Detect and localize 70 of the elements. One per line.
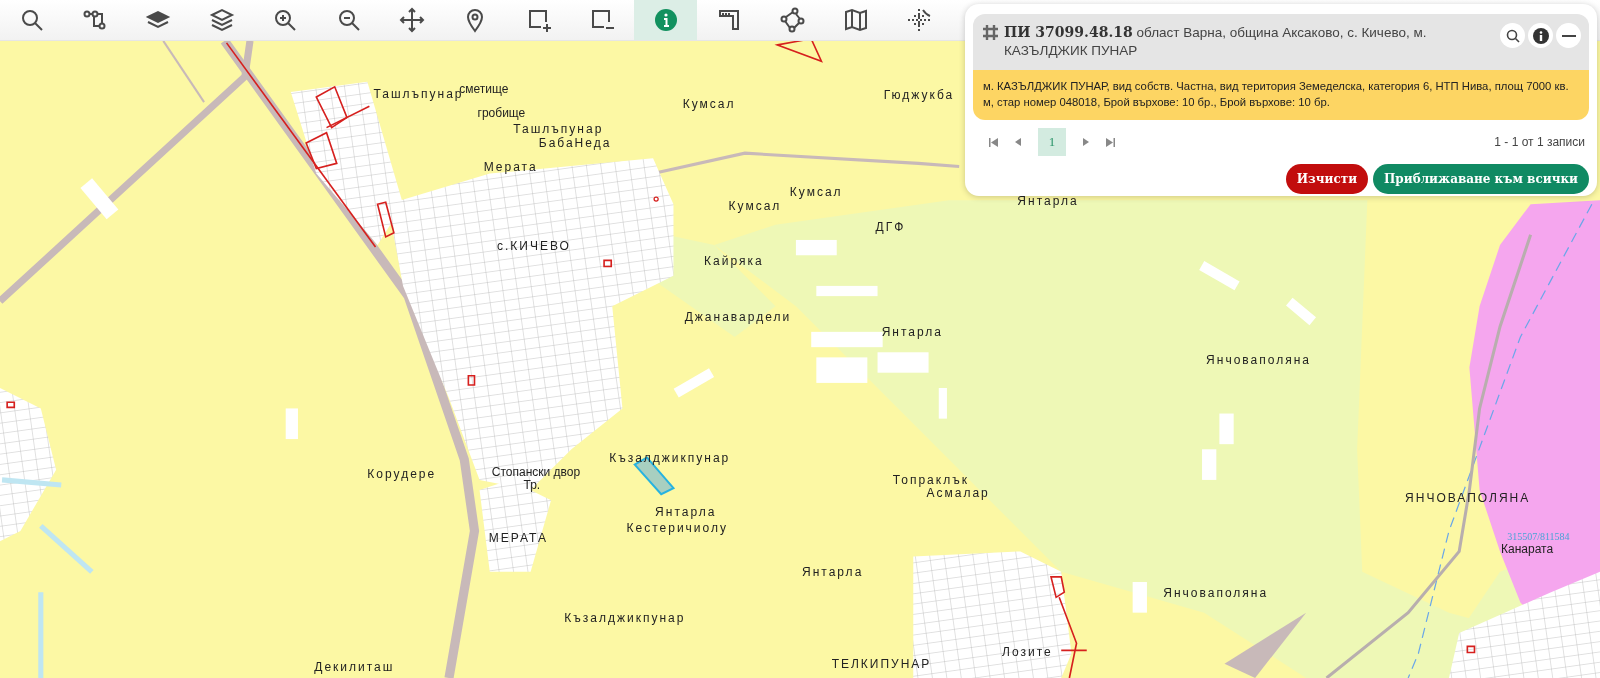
toolbar-button[interactable] — [633, 0, 698, 40]
map-label: Асмалар — [926, 486, 990, 499]
minimize-button[interactable] — [1556, 23, 1581, 48]
map-label: Канарата — [1501, 542, 1554, 555]
previous-page-icon[interactable] — [1015, 138, 1021, 146]
parcel-outline — [653, 196, 659, 202]
record-count: 1 - 1 от 1 записи — [1494, 135, 1586, 149]
next-page-icon[interactable] — [1083, 138, 1089, 146]
map-label: БабаНеда — [538, 136, 612, 149]
map-icon — [842, 7, 869, 33]
parcel-title: ПИ 37099.48.18 област Варна, община Аксаково, с. Кичево, м. КАЗЪЛДЖИК ПУНАР — [1003, 23, 1428, 60]
map-label: Стопански двор — [491, 466, 581, 479]
map-label: Кайряка — [704, 255, 764, 268]
page-button[interactable]: 1 — [1038, 128, 1066, 156]
map-label: Декилиташ — [314, 661, 395, 674]
first-page-icon[interactable] — [989, 137, 998, 147]
parcel-outline — [603, 259, 613, 268]
map-label: ЯНЧОВАПОЛЯНА — [1405, 491, 1531, 504]
info-icon — [1532, 27, 1549, 44]
map-label: Тр. — [523, 478, 541, 491]
crosshair-icon — [906, 7, 933, 33]
hash-icon — [983, 25, 998, 40]
map-label: Ташлъпунар — [513, 123, 604, 136]
action-button[interactable]: Приближаване към всички — [1373, 164, 1589, 194]
parcel-outline — [467, 374, 476, 386]
move-icon — [399, 7, 426, 33]
info-button[interactable] — [1528, 23, 1553, 48]
map-label: сметище — [459, 82, 509, 95]
water-channel — [1, 477, 62, 488]
info-icon — [652, 7, 679, 33]
minus-icon — [1561, 34, 1576, 37]
map-label: гробище — [477, 107, 526, 120]
search-button[interactable] — [1500, 23, 1525, 48]
layers-icon — [208, 7, 235, 33]
map-label: Кумсал — [789, 185, 843, 198]
search-icon — [1505, 28, 1520, 43]
polygon-icon — [779, 7, 806, 33]
last-page-icon[interactable] — [1106, 137, 1115, 147]
parcel-outline — [305, 131, 338, 170]
map-label: ДГФ — [875, 221, 906, 234]
map-label: Янтарла — [802, 566, 864, 579]
map-label: с.КИЧЕВО — [496, 239, 571, 252]
parcel-outline — [1049, 576, 1066, 599]
ruler-icon — [716, 7, 742, 33]
parcel-details: м. КАЗЪЛДЖИК ПУНАР, вид собств. Частна, вид територия Земеделска, категория 6, НТП Нива, площ 7000 кв. м, стар номер 048018, Брой върхове: 10 бр., Брой върхове: 10 бр. — [973, 70, 1589, 120]
map-label: Корудере — [367, 468, 437, 481]
map-label: Янчоваполяна — [1163, 586, 1269, 599]
map-label: Къзалджикпунар — [564, 612, 686, 625]
map-label: Янтарла — [655, 506, 717, 519]
map-label: 315507/811584 — [1507, 531, 1570, 542]
water-channel — [39, 523, 94, 574]
map-label: Кумсал — [728, 200, 782, 212]
map-label: ТЕЛКИПУНАР — [831, 658, 932, 671]
parcel-outline — [1466, 645, 1476, 654]
map-label: Янтарла — [1017, 194, 1079, 207]
map-label: Янчоваполяна — [1206, 354, 1311, 367]
map-label: Къзалджикпунар — [609, 452, 731, 465]
map-label: Гюджукба — [883, 88, 955, 101]
map-label: Мерата — [483, 161, 538, 174]
map-label: МЕРАТА — [488, 531, 548, 544]
parcel-outline — [376, 201, 395, 239]
parcel-outline — [315, 85, 348, 129]
map-label: Кумсал — [682, 97, 736, 110]
map-label: Янтарла — [881, 325, 943, 338]
map-label: Топраклък — [892, 474, 969, 487]
map-label: Кестеричиолу — [626, 522, 728, 535]
parcel-outline — [6, 401, 16, 409]
action-button[interactable]: Изчисти — [1285, 164, 1369, 194]
map-label: Джанавардели — [684, 311, 792, 324]
map-label: Лозите — [1002, 645, 1053, 658]
